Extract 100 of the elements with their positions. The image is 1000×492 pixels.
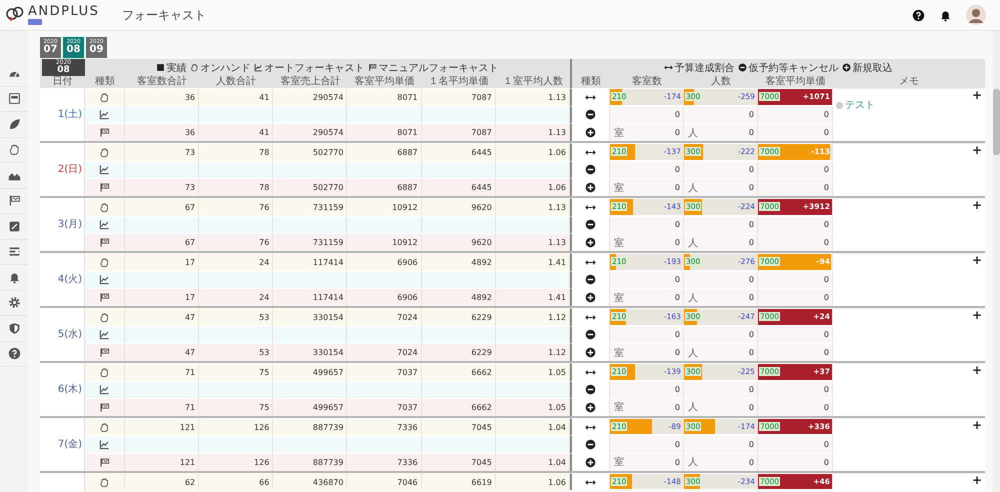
column-header: 客室売上合計 [280,76,340,87]
hand-icon[interactable] [8,143,20,156]
shield-icon[interactable] [8,322,20,335]
table-cell: 1.06 [496,142,570,161]
bell-icon[interactable] [939,8,952,22]
table-cell: 75 [199,398,274,416]
add-button[interactable]: + [968,364,985,376]
plus-circle-icon [584,292,596,304]
scrollbar[interactable] [993,31,1000,492]
table-cell: 62 [125,472,200,490]
table-cell: 7037 [347,398,422,416]
table-cell: 1.13 [496,88,570,106]
cell-value: 0 [674,348,680,358]
plus-circle-icon [584,456,596,468]
unit-label: 人 [686,401,698,414]
date-label: 4(火) [58,272,82,286]
table-cell: 1.13 [496,123,570,141]
minus-circle-icon [584,164,596,176]
hand-icon [99,476,110,488]
unit-label: 人 [686,292,698,305]
table-cell: 47 [125,308,200,326]
table-cell: 53 [199,343,274,361]
add-button[interactable]: + [968,254,985,266]
cell-value: 0 [748,128,754,138]
table-cell: 0 [610,270,684,288]
table-cell: 121 [125,453,200,471]
date-label: 7(金) [58,438,82,452]
table-cell: 6906 [347,252,422,271]
table-cell: 47 [125,343,200,361]
table-cell: 1.05 [496,362,570,380]
date-label: 6(木) [58,382,82,396]
table-cell: 0 [610,106,684,124]
table-cell: 290574 [273,123,348,141]
list-icon[interactable] [8,245,20,258]
table-cell: 0 [758,160,833,178]
table-cell: 0 [758,435,833,454]
add-button[interactable]: + [968,308,985,321]
table-cell: 117414 [273,288,348,306]
logo-icon [5,6,25,24]
unit-label: 室 [612,236,624,250]
unit-label: 室 [612,292,624,305]
column-header: 人数 [710,76,731,87]
table-cell: 499657 [273,362,348,380]
table-cell: 0 [684,435,758,454]
table-cell: 36 [125,123,200,141]
flag-icon[interactable] [8,194,20,208]
window-icon[interactable] [8,92,20,106]
table-cell: 7336 [347,418,422,436]
legend-label: 予算達成割合 [674,62,734,74]
table-cell: 7037 [347,362,422,380]
add-button[interactable]: + [968,474,985,486]
line-chart-icon [99,164,110,176]
table-cell: 887739 [273,453,348,471]
add-button[interactable]: + [968,198,985,211]
avatar[interactable] [966,5,986,25]
flag-icon [99,292,110,304]
table-cell: 117414 [273,252,348,271]
line-chart-icon [99,439,110,450]
unit-label: 人 [686,236,698,250]
table-cell: 6445 [422,142,496,161]
help-icon[interactable] [8,347,20,360]
legend-label: オンハンド [200,62,250,74]
table-cell: 24 [199,252,274,271]
table-cell: 7336 [347,453,422,471]
minus-circle-icon [584,384,596,396]
table-cell: 36 [125,88,200,106]
legend-label: オートフォーキャスト [264,62,364,74]
unit-label: 室 [612,126,624,140]
hand-icon [99,312,110,323]
page-title: フォーキャスト [122,6,207,24]
line-chart-icon [254,63,264,72]
legend-label: 仮予約等キャンセル [748,62,838,74]
bell-icon[interactable] [8,270,20,284]
edit-icon[interactable] [8,220,20,233]
date-label: 1(土) [58,108,82,122]
table-cell: 0 [758,216,833,234]
table-cell: 502770 [273,178,348,196]
table-cell: 7045 [422,453,496,471]
column-header: 客室平均単価 [765,76,826,87]
column-header: 種類 [95,76,115,87]
leaf-icon[interactable] [8,118,20,131]
add-button[interactable]: + [968,418,985,431]
help-icon[interactable] [912,8,925,22]
table-cell: 7087 [422,123,496,141]
settings-icon[interactable] [8,296,20,310]
minus-circle-icon [584,219,596,230]
add-button[interactable]: + [968,89,985,101]
hand-icon [99,422,110,433]
brand-name: ANDPLUS [28,5,100,18]
table-cell: 0 [758,453,833,471]
table-cell: 1.12 [496,343,570,361]
table-cell: 1.04 [496,453,570,471]
table-cell: 330154 [273,308,348,326]
add-button[interactable]: + [968,144,985,156]
date-label: 5(水) [58,328,82,342]
flag-icon [368,63,378,72]
table-cell: 0 [610,216,684,234]
minus-circle-icon [584,109,596,120]
table-cell: 0 [610,435,684,454]
table-cell: 290574 [273,88,348,106]
